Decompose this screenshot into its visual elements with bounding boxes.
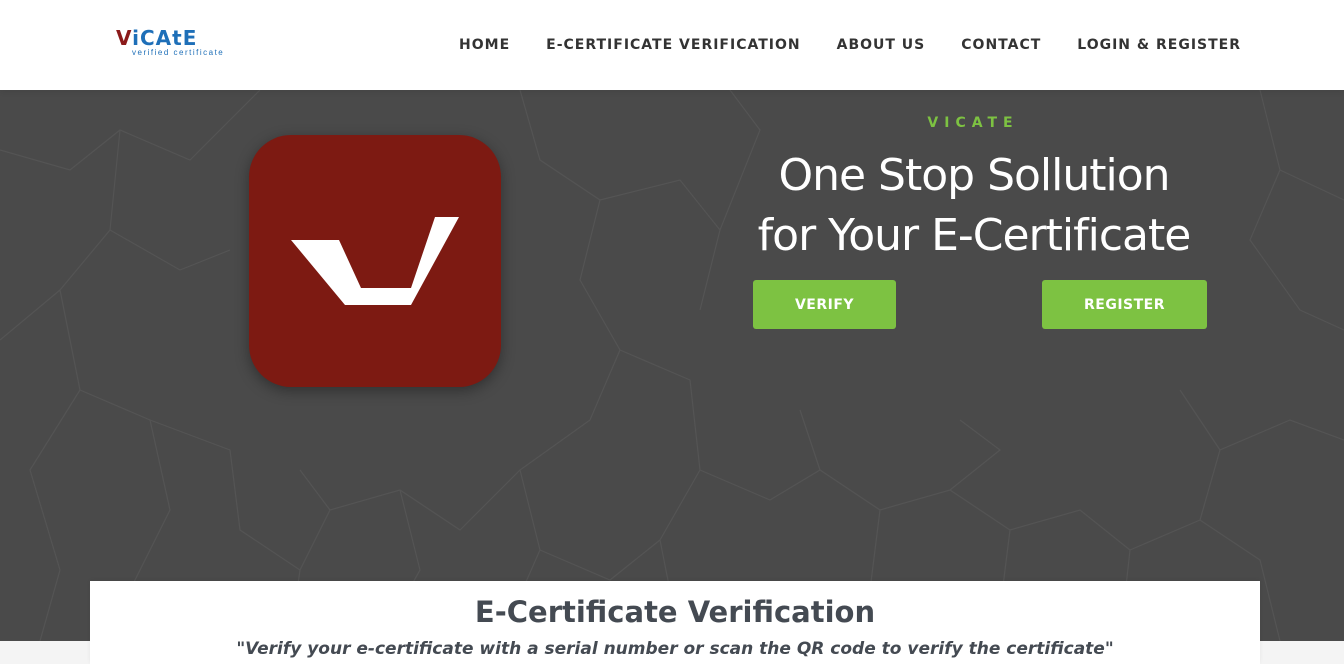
- hero-headline-line1: One Stop Sollution: [778, 150, 1170, 201]
- hero-section: VICATE One Stop Sollution for Your E-Cer…: [0, 90, 1344, 641]
- v-check-icon: [291, 217, 459, 305]
- hero-headline-line2: for Your E-Certificate: [757, 210, 1192, 261]
- verification-subtitle: "Verify your e-certificate with a serial…: [236, 639, 1114, 659]
- verification-card: E-Certificate Verification "Verify your …: [90, 581, 1260, 664]
- site-header: ViCAtE verified certificate HOME E-CERTI…: [0, 0, 1344, 90]
- nav-e-certificate-verification[interactable]: E-CERTIFICATE VERIFICATION: [546, 37, 800, 53]
- logo-tagline: verified certificate: [132, 48, 225, 57]
- main-nav: HOME E-CERTIFICATE VERIFICATION ABOUT US…: [459, 37, 1241, 53]
- verification-title: E-Certificate Verification: [474, 595, 876, 629]
- hero-eyebrow: VICATE: [927, 115, 1019, 131]
- site-logo[interactable]: ViCAtE verified certificate: [116, 26, 266, 62]
- nav-about-us[interactable]: ABOUT US: [837, 37, 926, 53]
- logo-v: V: [116, 26, 133, 50]
- register-button[interactable]: REGISTER: [1042, 280, 1207, 329]
- verify-button[interactable]: VERIFY: [753, 280, 896, 329]
- hero-headline: One Stop Sollution for Your E-Certificat…: [704, 146, 1244, 266]
- nav-contact[interactable]: CONTACT: [961, 37, 1041, 53]
- vicate-app-icon: [249, 135, 501, 387]
- nav-home[interactable]: HOME: [459, 37, 510, 53]
- logo-wordmark: ViCAtE: [116, 26, 197, 50]
- logo-rest: iCAtE: [132, 26, 198, 50]
- nav-login-register[interactable]: LOGIN & REGISTER: [1077, 37, 1241, 53]
